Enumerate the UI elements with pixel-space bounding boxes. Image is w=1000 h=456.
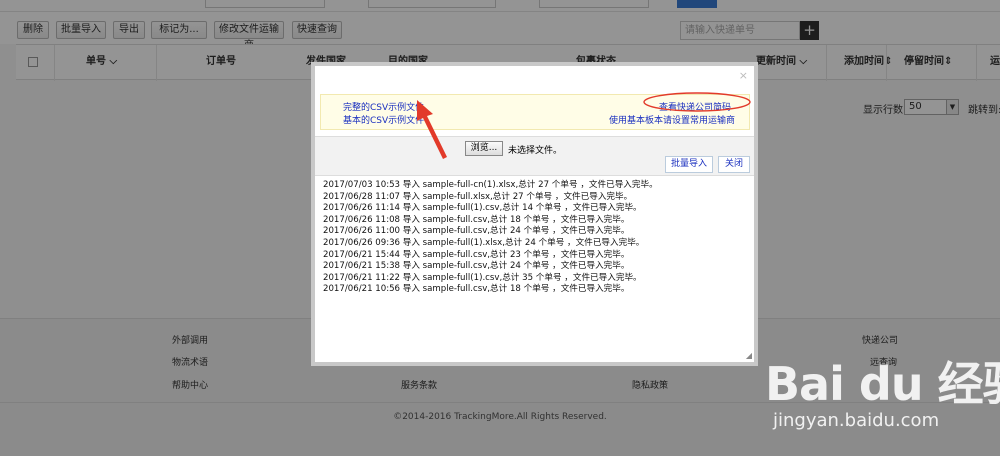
common-carriers-link[interactable]: 使用基本板本请设置常用运输商	[609, 113, 735, 126]
watermark-url: jingyan.baidu.com	[773, 410, 940, 431]
close-dialog-button[interactable]: 关闭	[718, 156, 750, 173]
upload-bar: 浏览... 未选择文件。 批量导入 关闭	[315, 136, 754, 176]
watermark-logo: Bai du 经验	[765, 357, 1000, 411]
full-csv-sample-link[interactable]: 完整的CSV示例文件	[343, 100, 424, 113]
import-log: 2017/07/03 10:53 导入 sample-full-cn(1).xl…	[323, 180, 743, 296]
browse-button[interactable]: 浏览...	[465, 141, 503, 156]
log-line: 2017/06/21 11:22 导入 sample-full(1).csv,总…	[323, 272, 642, 283]
log-line: 2017/06/21 15:44 导入 sample-full.csv,总计 2…	[323, 249, 630, 260]
log-line: 2017/06/26 11:14 导入 sample-full(1).csv,总…	[323, 203, 642, 214]
baidu-jingyan-watermark: Bai du 经验 jingyan.baidu.com	[765, 348, 1000, 448]
close-icon[interactable]: ×	[739, 69, 748, 82]
log-line: 2017/06/26 09:36 导入 sample-full(1).xlsx,…	[323, 237, 645, 248]
log-line: 2017/06/26 11:08 导入 sample-full.csv,总计 1…	[323, 214, 630, 225]
log-line: 2017/06/21 10:56 导入 sample-full.csv,总计 1…	[323, 284, 630, 295]
bulk-import-submit-button[interactable]: 批量导入	[665, 156, 713, 173]
resize-grip-icon[interactable]: ◢	[746, 351, 752, 360]
basic-csv-sample-link[interactable]: 基本的CSV示例文件	[343, 113, 424, 126]
sample-files-notice: 完整的CSV示例文件 基本的CSV示例文件 查看快递公司简码 使用基本板本请设置…	[320, 94, 750, 130]
log-line: 2017/06/28 11:07 导入 sample-full.xlsx,总计 …	[323, 191, 633, 202]
log-line: 2017/07/03 10:53 导入 sample-full-cn(1).xl…	[323, 180, 658, 190]
courier-codes-link[interactable]: 查看快递公司简码	[659, 100, 731, 113]
no-file-selected-label: 未选择文件。	[508, 146, 563, 156]
bulk-import-dialog: × 完整的CSV示例文件 基本的CSV示例文件 查看快递公司简码 使用基本板本请…	[311, 62, 758, 366]
log-line: 2017/06/21 15:38 导入 sample-full.csv,总计 2…	[323, 261, 630, 272]
log-line: 2017/06/26 11:00 导入 sample-full.csv,总计 2…	[323, 226, 630, 237]
